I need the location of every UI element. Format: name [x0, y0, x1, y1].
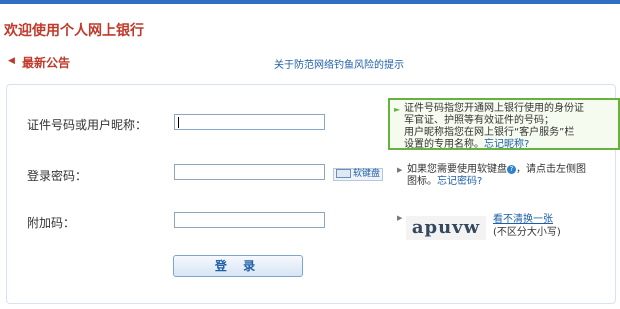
- top-bar: [0, 0, 620, 4]
- password-label: 登录密码：: [27, 169, 88, 183]
- tip-text: 设置的专用名称。: [404, 139, 484, 150]
- page-title: 欢迎使用个人网上银行: [4, 23, 144, 39]
- triangle-right-icon: ►: [394, 105, 401, 114]
- triangle-left-icon: ◀: [8, 56, 15, 66]
- case-note: (不区分大小写): [493, 227, 561, 238]
- id-label: 证件号码或用户昵称：: [27, 118, 148, 132]
- refresh-captcha-link[interactable]: 看不清换一张: [493, 214, 553, 226]
- captcha-image: apuvw: [406, 216, 486, 240]
- captcha-label: 附加码：: [27, 216, 76, 230]
- tip-text: 用户昵称指您在网上银行“客户服务”栏: [404, 127, 575, 138]
- notice-label: 最新公告: [22, 56, 71, 70]
- password-tip: 如果您需要使用软键盘? ，请点击左侧图 图标。忘记密码?: [407, 164, 586, 187]
- captcha-input[interactable]: [174, 212, 325, 228]
- id-input[interactable]: [174, 114, 325, 130]
- triangle-right-icon: ▶: [397, 214, 403, 222]
- id-tip-box: ► 证件号码指您开通网上银行使用的身份证 军官证、护照等有效证件的号码； 用户昵…: [388, 98, 620, 150]
- tip-text: 证件号码指您开通网上银行使用的身份证: [404, 103, 584, 114]
- keyboard-icon: [336, 169, 351, 178]
- forgot-password-link[interactable]: 忘记密码?: [437, 176, 482, 187]
- tip-text: 军官证、护照等有效证件的号码；: [404, 115, 554, 126]
- login-button[interactable]: 登 录: [173, 255, 303, 277]
- password-input[interactable]: [174, 164, 325, 180]
- help-icon[interactable]: ?: [507, 164, 516, 174]
- triangle-right-icon: ▶: [397, 166, 403, 174]
- forgot-nickname-link[interactable]: 忘记昵称?: [484, 139, 529, 148]
- notice-bar: ◀ 最新公告 关于防范网络钓鱼风险的提示: [0, 54, 620, 72]
- notice-link[interactable]: 关于防范网络钓鱼风险的提示: [274, 56, 404, 71]
- soft-keyboard-button[interactable]: 软键盘: [333, 168, 384, 181]
